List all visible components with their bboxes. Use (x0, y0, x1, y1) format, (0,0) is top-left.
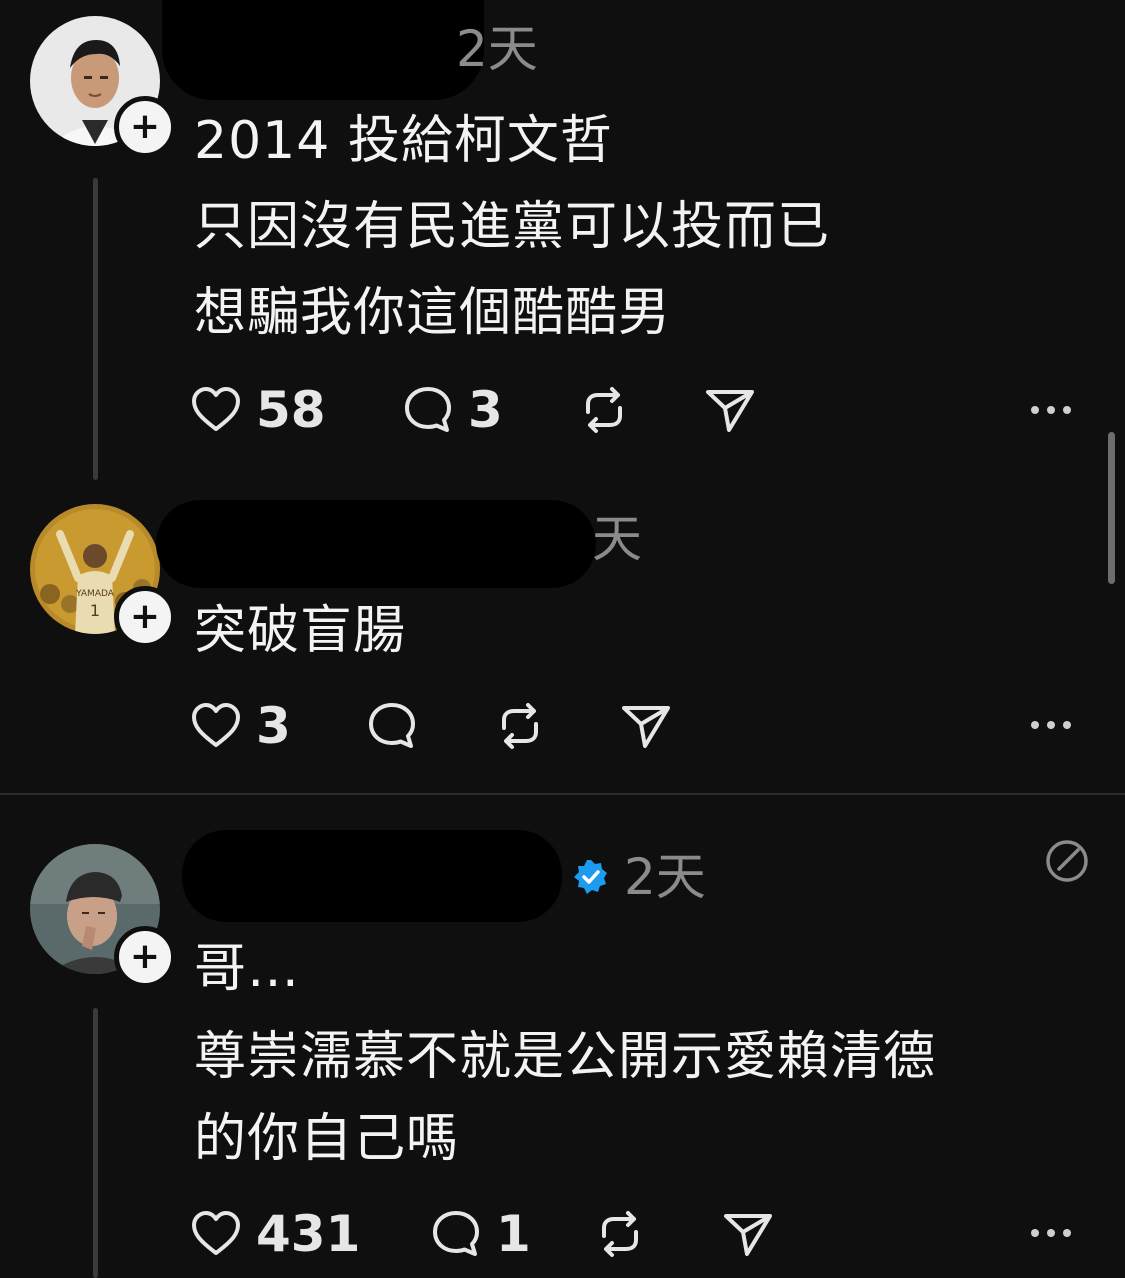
like-button[interactable]: 431 (190, 1204, 360, 1264)
comment-icon (405, 387, 451, 432)
thread-line (93, 1008, 98, 1278)
more-icon[interactable] (1031, 721, 1071, 731)
reply-count: 3 (468, 381, 503, 439)
redacted-username (182, 830, 562, 922)
heart-icon (192, 703, 240, 747)
heart-icon (192, 387, 240, 431)
repost-button[interactable] (578, 380, 630, 440)
repost-icon (586, 387, 622, 433)
verified-badge-icon (574, 860, 607, 894)
post-time: 2天 (456, 20, 538, 78)
repost-icon (602, 1211, 638, 1257)
follow-button[interactable]: + (114, 926, 176, 988)
share-button[interactable] (620, 696, 672, 756)
redacted-username (162, 0, 484, 100)
post-text-line: 2014 投給柯文哲 (194, 111, 613, 171)
post-text-line: 的你自己嗎 (194, 1109, 460, 1169)
redacted-username (156, 500, 596, 588)
svg-text:1: 1 (90, 601, 100, 620)
plus-icon: + (129, 936, 161, 977)
repost-button[interactable] (494, 696, 546, 756)
reply-button[interactable]: 3 (402, 380, 503, 440)
reply-button[interactable]: 1 (430, 1204, 531, 1264)
follow-button[interactable]: + (114, 586, 176, 648)
scrollbar[interactable] (1108, 432, 1115, 584)
like-button[interactable]: 58 (190, 380, 326, 440)
follow-button[interactable]: + (114, 96, 176, 158)
svg-text:YAMADA: YAMADA (75, 589, 115, 599)
repost-button[interactable] (594, 1204, 646, 1264)
share-button[interactable] (722, 1204, 774, 1264)
like-count: 58 (256, 381, 326, 439)
post-text-line: 突破盲腸 (194, 601, 407, 661)
plus-icon: + (129, 106, 161, 147)
send-icon (706, 390, 754, 432)
reply-count: 1 (496, 1205, 531, 1263)
share-button[interactable] (704, 380, 756, 440)
post-text-line: 哥… (194, 939, 301, 999)
repost-icon (502, 703, 538, 749)
post-text-line: 只因沒有民進黨可以投而已 (194, 197, 831, 257)
heart-icon (192, 1211, 240, 1255)
post-time: 2天 (624, 848, 706, 906)
comment-icon (369, 703, 415, 748)
post-divider (0, 793, 1125, 795)
plus-icon: + (129, 596, 161, 637)
like-count: 3 (256, 697, 291, 755)
post-text-line: 想騙我你這個酷酷男 (194, 283, 672, 343)
post-text-line: 尊崇濡慕不就是公開示愛賴清德 (194, 1027, 937, 1087)
like-button[interactable]: 3 (190, 696, 291, 756)
edited-icon[interactable] (1042, 836, 1092, 886)
reply-button[interactable] (366, 696, 418, 756)
more-icon[interactable] (1031, 406, 1071, 416)
action-bar: 58 3 (190, 380, 1125, 440)
post-time: 天 (592, 510, 642, 568)
send-icon (622, 706, 670, 748)
more-icon[interactable] (1031, 1229, 1071, 1239)
like-count: 431 (256, 1205, 361, 1263)
thread-line (93, 178, 98, 480)
comment-icon (433, 1211, 479, 1256)
action-bar: 3 (190, 696, 1125, 756)
send-icon (724, 1214, 772, 1256)
action-bar: 431 1 (190, 1204, 1125, 1264)
